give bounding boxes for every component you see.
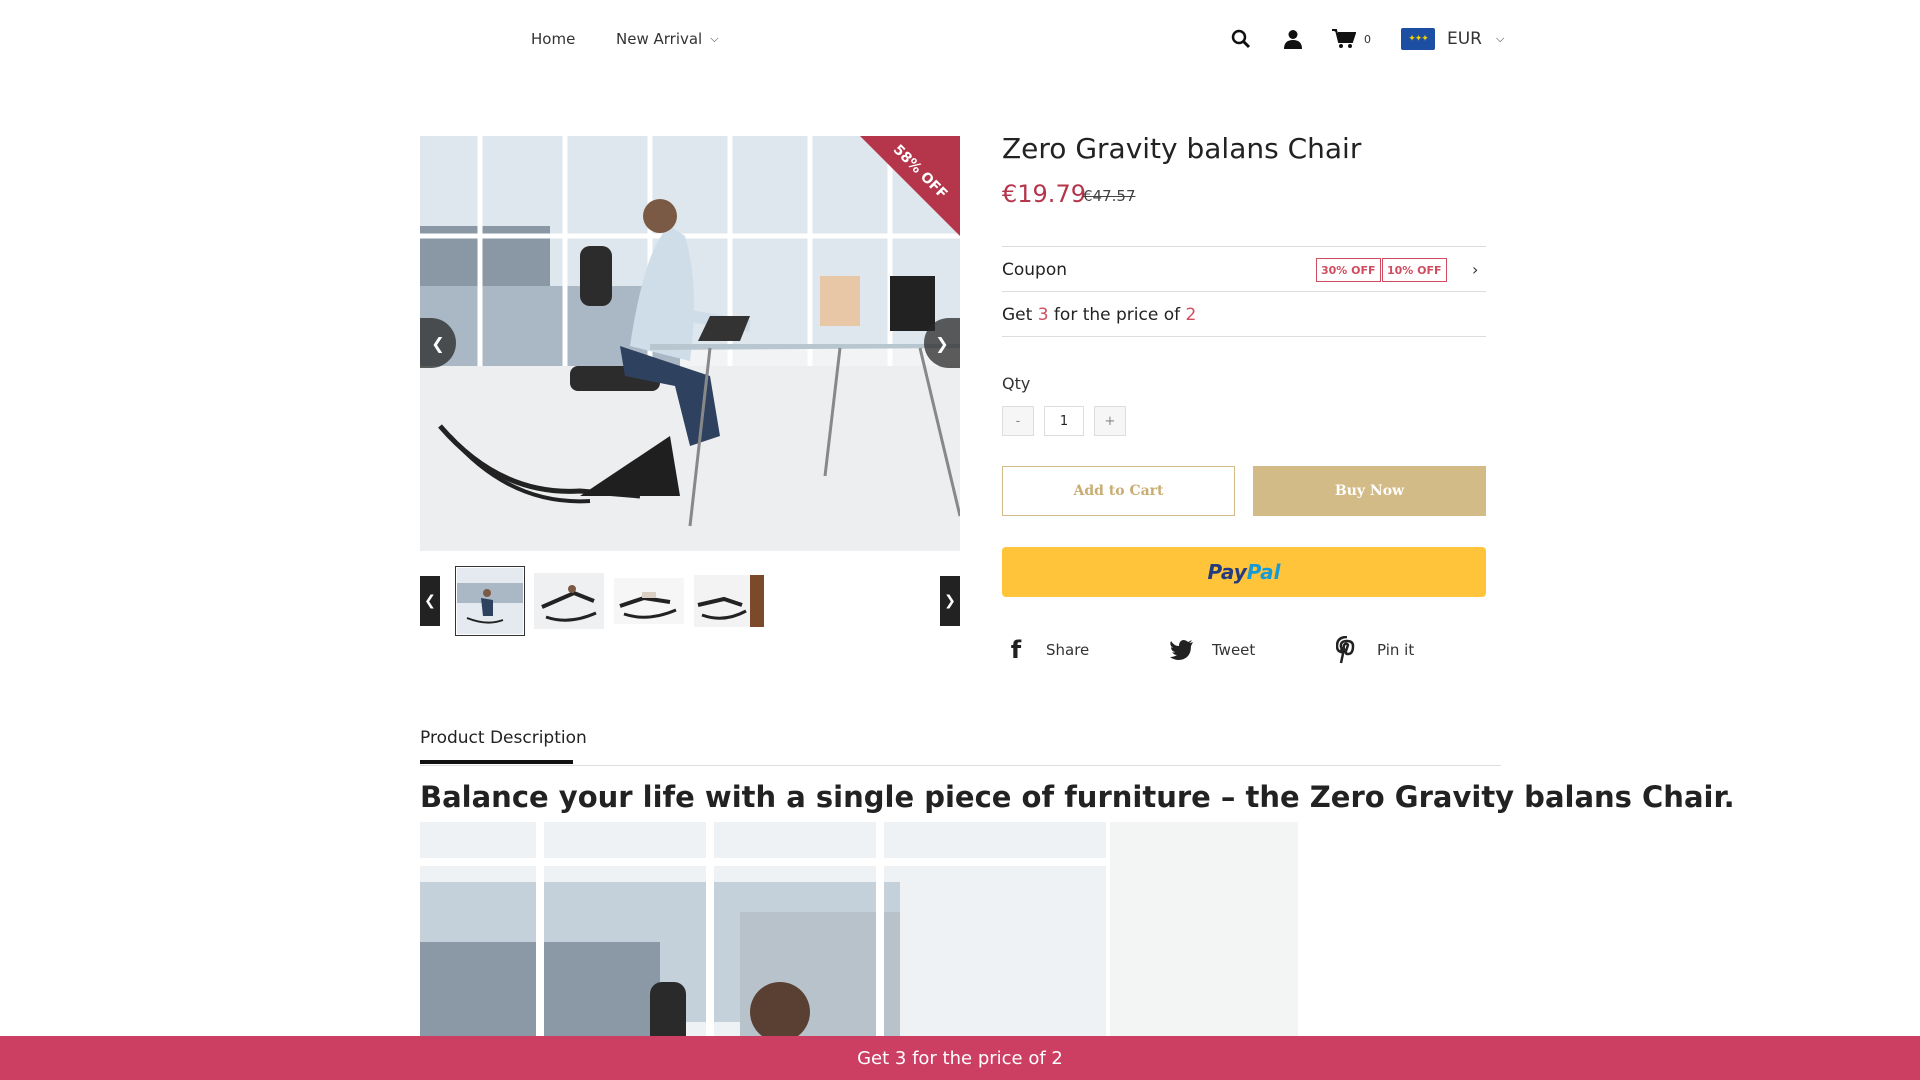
discount-badge: 58% OFF <box>860 136 960 236</box>
twitter-icon <box>1168 636 1196 664</box>
divider <box>1002 291 1486 292</box>
add-to-cart-button[interactable]: Add to Cart <box>1002 466 1235 516</box>
thumb-prev-button[interactable]: ❮ <box>420 576 440 626</box>
chevron-right-icon[interactable]: › <box>1472 260 1478 279</box>
product-title: Zero Gravity balans Chair <box>1002 132 1362 165</box>
chevron-down-icon: ⌵ <box>710 32 719 45</box>
eu-flag-icon: ✦✦✦ <box>1401 28 1435 50</box>
thumbnail-1[interactable] <box>455 566 525 636</box>
nav-new-arrival[interactable]: New Arrival ⌵ <box>616 30 719 48</box>
currency-selector[interactable]: ✦✦✦ EUR ⌵ <box>1401 26 1504 52</box>
buy-now-button[interactable]: Buy Now <box>1253 466 1486 516</box>
tab-product-description[interactable]: Product Description <box>420 728 587 748</box>
coupon-tag-10[interactable]: 10% OFF <box>1382 258 1447 282</box>
paypal-button[interactable]: Pay Pal <box>1002 547 1486 597</box>
site-header: Home New Arrival ⌵ 0 ✦✦✦ EUR ⌵ <box>0 0 1920 80</box>
qty-input[interactable] <box>1044 406 1084 436</box>
cart-count: 0 <box>1364 33 1371 46</box>
coupon-label: Coupon <box>1002 260 1068 280</box>
share-twitter[interactable]: Tweet <box>1168 636 1255 664</box>
divider <box>1002 336 1486 337</box>
thumbnail-2[interactable] <box>534 566 604 636</box>
cart-icon[interactable] <box>1331 26 1357 52</box>
search-icon[interactable] <box>1228 26 1254 52</box>
product-old-price: €47.57 <box>1083 187 1136 205</box>
description-heading: Balance your life with a single piece of… <box>420 780 1735 814</box>
share-pinterest[interactable]: Pin it <box>1333 636 1414 664</box>
facebook-icon: f <box>1010 636 1022 664</box>
share-facebook[interactable]: f Share <box>1002 636 1090 664</box>
currency-label: EUR <box>1447 29 1482 49</box>
thumb-next-button[interactable]: ❯ <box>940 576 960 626</box>
thumbnail-3[interactable] <box>614 566 684 636</box>
coupon-tag-30[interactable]: 30% OFF <box>1316 258 1381 282</box>
divider <box>1002 246 1486 247</box>
qty-label: Qty <box>1002 374 1031 393</box>
divider <box>420 765 1501 766</box>
pinterest-icon <box>1333 636 1361 664</box>
chevron-down-icon: ⌵ <box>1496 32 1505 45</box>
tab-active-indicator <box>420 760 573 764</box>
qty-plus-button[interactable]: + <box>1094 406 1126 436</box>
nav-home[interactable]: Home <box>531 30 575 48</box>
thumbnail-4[interactable] <box>694 566 764 636</box>
promo-bottom-bar[interactable]: Get 3 for the price of 2 <box>0 1036 1920 1080</box>
product-price: €19.79 <box>1002 180 1086 208</box>
account-icon[interactable] <box>1280 26 1306 52</box>
qty-minus-button[interactable]: - <box>1002 406 1034 436</box>
promo-text: Get 3 for the price of 2 <box>1002 305 1197 325</box>
